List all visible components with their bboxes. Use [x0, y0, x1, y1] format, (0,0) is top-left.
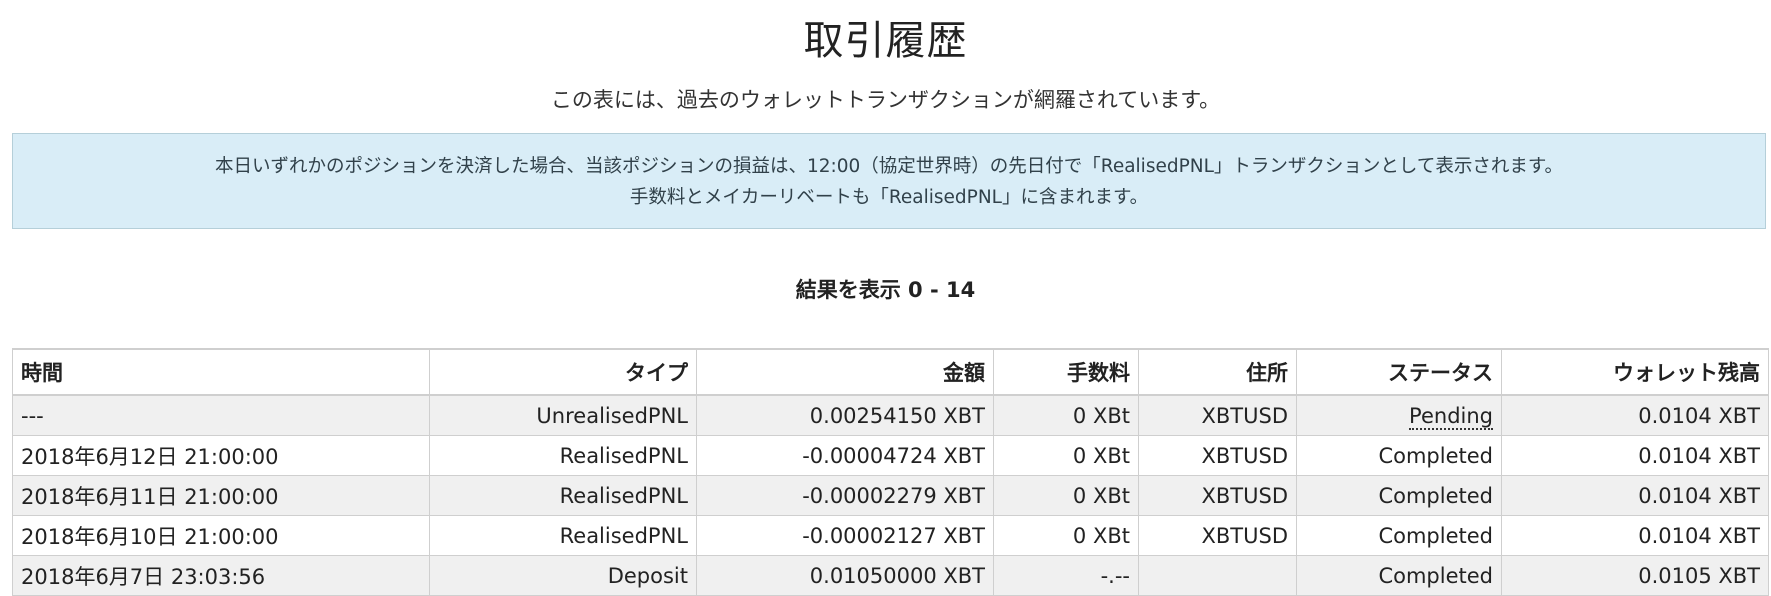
cell-time: 2018年6月11日 21:00:00: [12, 475, 430, 516]
cell-type: RealisedPNL: [429, 515, 697, 556]
column-header-amount[interactable]: 金額: [696, 348, 994, 396]
cell-fee: -.--: [993, 555, 1139, 596]
wallet-history-table: 時間 タイプ 金額 手数料 住所 ステータス ウォレット残高 --- Unrea…: [12, 348, 1769, 596]
cell-wallet-balance: 0.0104 XBT: [1501, 475, 1769, 516]
cell-wallet-balance: 0.0104 XBT: [1501, 515, 1769, 556]
cell-status: Completed: [1296, 555, 1502, 596]
cell-fee: 0 XBt: [993, 515, 1139, 556]
cell-amount: 0.01050000 XBT: [696, 555, 994, 596]
column-header-wallet-balance[interactable]: ウォレット残高: [1501, 348, 1769, 396]
cell-status: Completed: [1296, 475, 1502, 516]
cell-wallet-balance: 0.0105 XBT: [1501, 555, 1769, 596]
cell-wallet-balance: 0.0104 XBT: [1501, 435, 1769, 476]
status-pending-tooltip[interactable]: Pending: [1409, 403, 1493, 430]
cell-address: XBTUSD: [1138, 394, 1297, 436]
cell-amount: -0.00002127 XBT: [696, 515, 994, 556]
column-header-status[interactable]: ステータス: [1296, 348, 1502, 396]
results-count: 結果を表示 0 - 14: [795, 278, 976, 302]
cell-fee: 0 XBt: [993, 475, 1139, 516]
table-row: 2018年6月7日 23:03:56 Deposit 0.01050000 XB…: [12, 555, 1769, 596]
cell-wallet-balance: 0.0104 XBT: [1501, 394, 1769, 436]
info-notice: 本日いずれかのポジションを決済した場合、当該ポジションの損益は、12:00（協定…: [12, 133, 1766, 229]
cell-type: UnrealisedPNL: [429, 394, 697, 436]
cell-amount: -0.00002279 XBT: [696, 475, 994, 516]
notice-line-2: 手数料とメイカーリベートも「RealisedPNL」に含まれます。: [629, 187, 1149, 208]
cell-amount: -0.00004724 XBT: [696, 435, 994, 476]
cell-fee: 0 XBt: [993, 435, 1139, 476]
cell-address: XBTUSD: [1138, 475, 1297, 516]
cell-type: RealisedPNL: [429, 435, 697, 476]
table-row: --- UnrealisedPNL 0.00254150 XBT 0 XBt X…: [12, 394, 1769, 436]
page-subtitle: この表には、過去のウォレットトランザクションが網羅されています。: [550, 88, 1221, 112]
cell-amount: 0.00254150 XBT: [696, 394, 994, 436]
table-row: 2018年6月12日 21:00:00 RealisedPNL -0.00004…: [12, 435, 1769, 476]
cell-time: 2018年6月7日 23:03:56: [12, 555, 430, 596]
cell-time: 2018年6月12日 21:00:00: [12, 435, 430, 476]
cell-type: RealisedPNL: [429, 475, 697, 516]
table-row: 2018年6月11日 21:00:00 RealisedPNL -0.00002…: [12, 475, 1769, 516]
column-header-time[interactable]: 時間: [12, 348, 430, 396]
cell-type: Deposit: [429, 555, 697, 596]
column-header-address[interactable]: 住所: [1138, 348, 1297, 396]
cell-fee: 0 XBt: [993, 394, 1139, 436]
cell-address: [1138, 555, 1297, 596]
column-header-type[interactable]: タイプ: [429, 348, 697, 396]
cell-status: Pending: [1296, 394, 1502, 436]
page-title: 取引履歴: [803, 18, 968, 64]
cell-address: XBTUSD: [1138, 435, 1297, 476]
table-row: 2018年6月10日 21:00:00 RealisedPNL -0.00002…: [12, 515, 1769, 556]
cell-address: XBTUSD: [1138, 515, 1297, 556]
cell-time: ---: [12, 394, 430, 436]
notice-line-1: 本日いずれかのポジションを決済した場合、当該ポジションの損益は、12:00（協定…: [214, 156, 1563, 177]
column-header-fee[interactable]: 手数料: [993, 348, 1139, 396]
cell-time: 2018年6月10日 21:00:00: [12, 515, 430, 556]
cell-status: Completed: [1296, 515, 1502, 556]
table-header-row: 時間 タイプ 金額 手数料 住所 ステータス ウォレット残高: [12, 348, 1769, 396]
cell-status: Completed: [1296, 435, 1502, 476]
